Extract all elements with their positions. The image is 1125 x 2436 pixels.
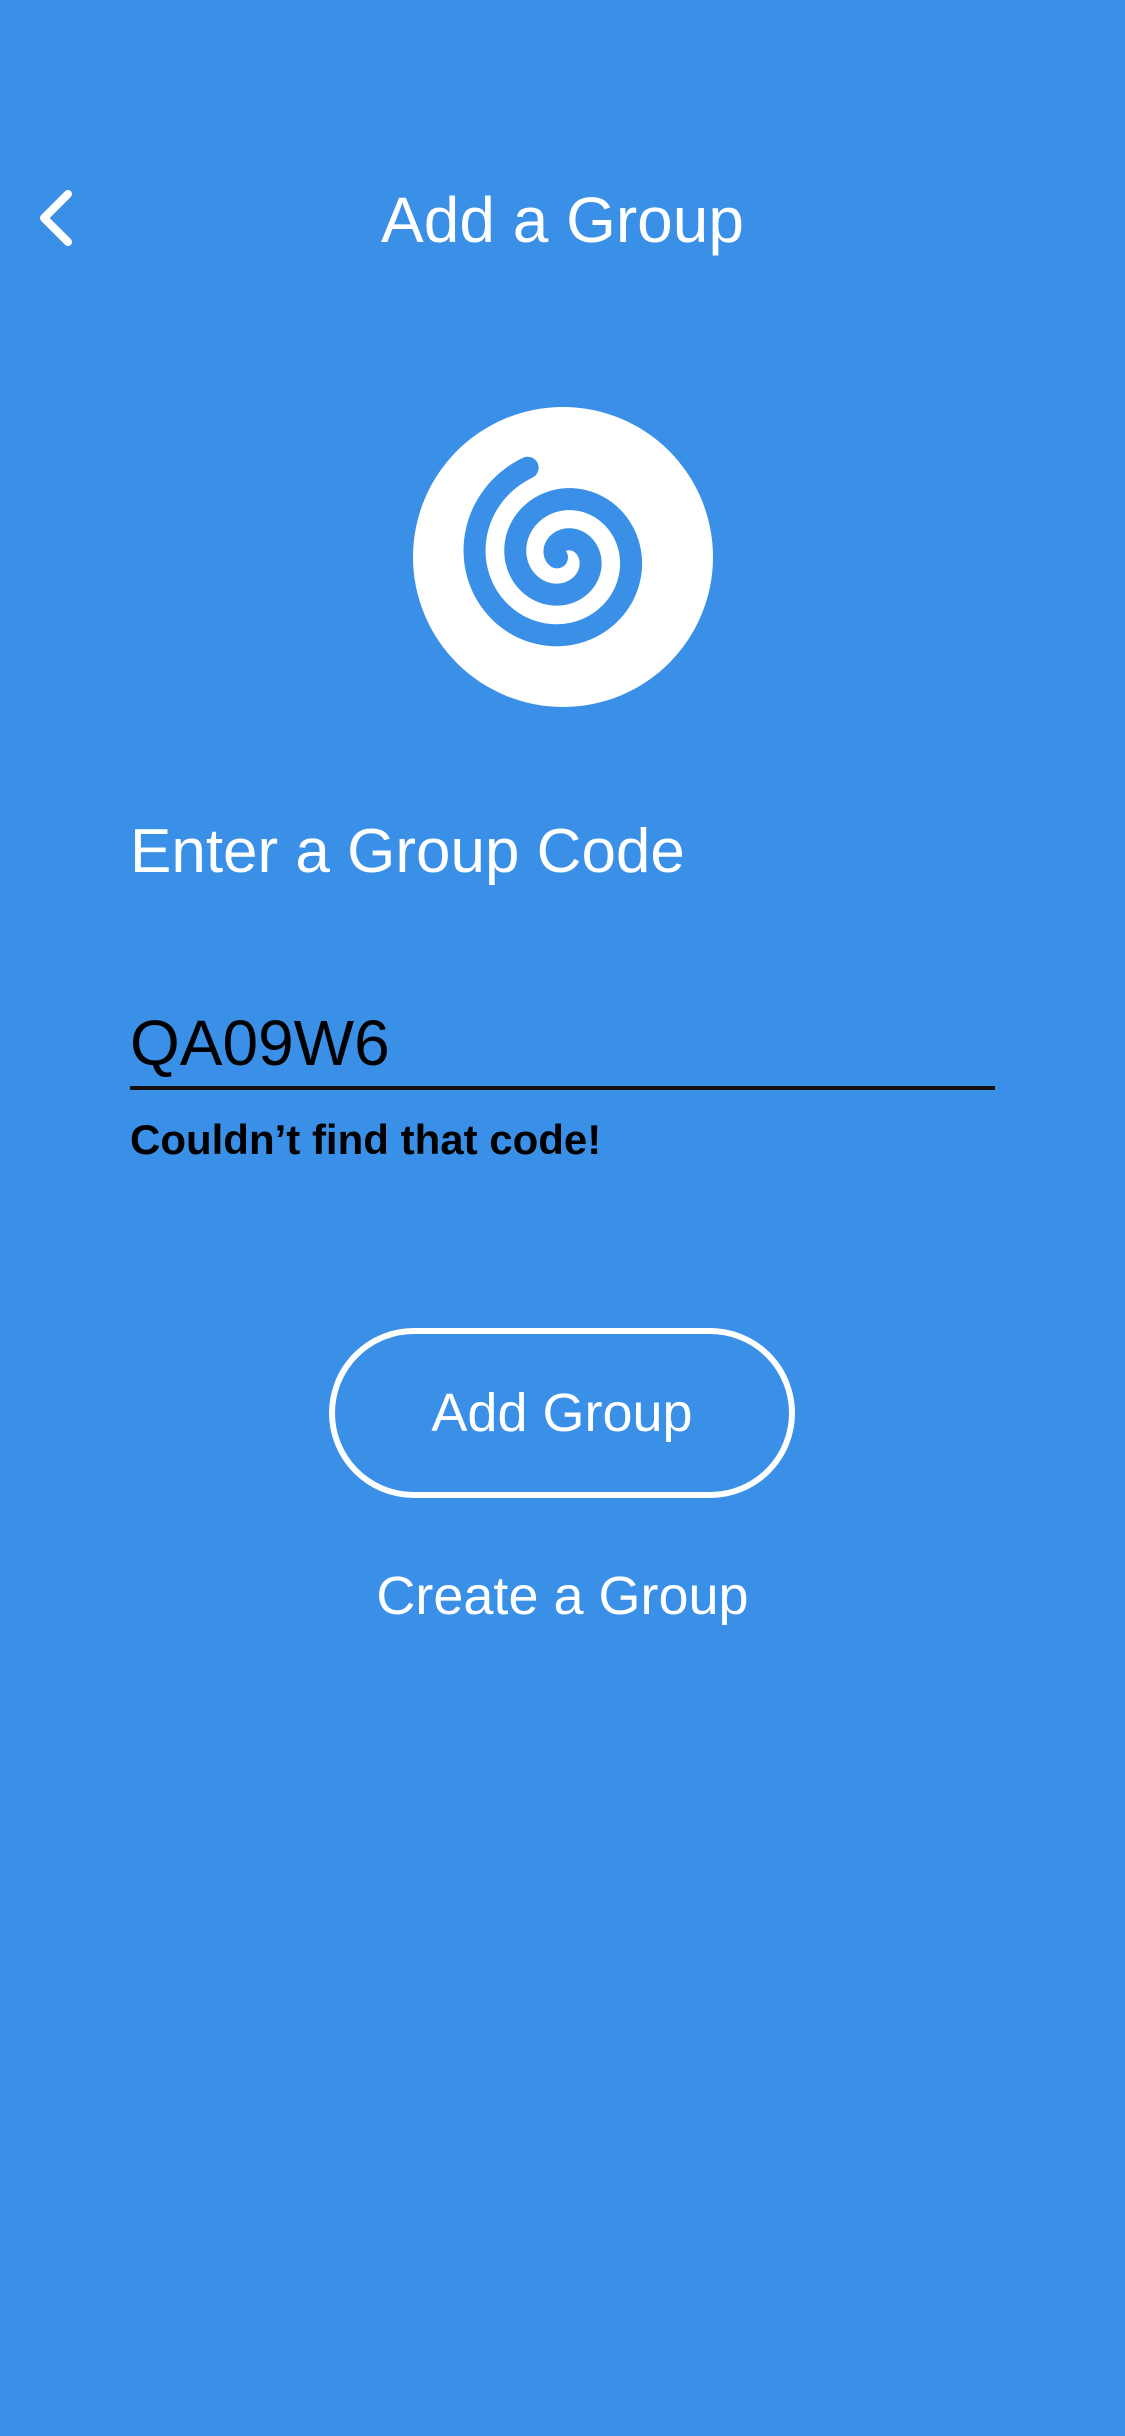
- group-code-input[interactable]: [130, 1000, 995, 1090]
- spiral-icon: [413, 407, 713, 707]
- page-title: Add a Group: [381, 184, 744, 256]
- add-group-button[interactable]: Add Group: [329, 1328, 795, 1498]
- error-message: Couldn’t find that code!: [130, 1116, 602, 1163]
- code-heading: Enter a Group Code: [130, 817, 685, 886]
- create-group-link[interactable]: Create a Group: [0, 1556, 1125, 1636]
- group-logo: [413, 407, 713, 707]
